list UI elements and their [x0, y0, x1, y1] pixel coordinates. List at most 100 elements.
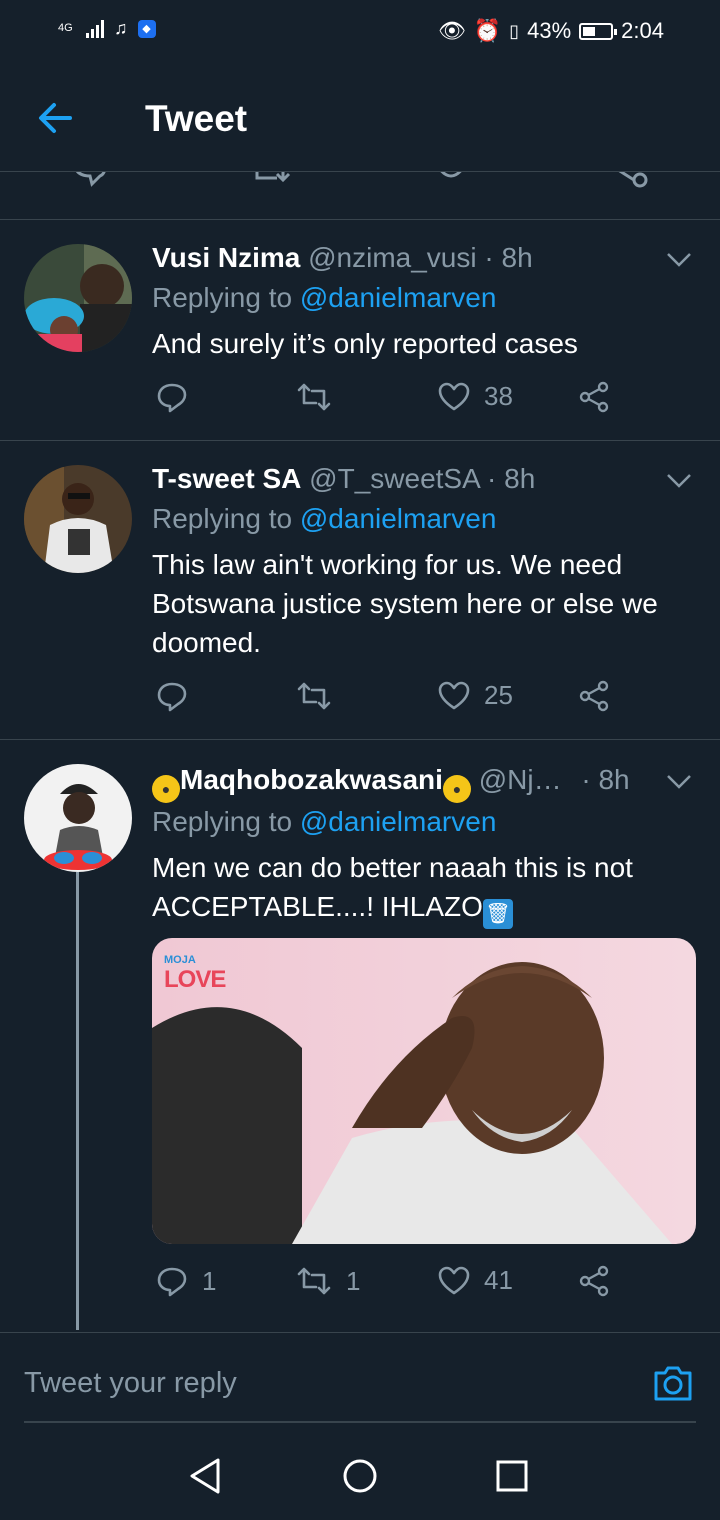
user-handle[interactable]: @T_sweetSA [309, 463, 479, 494]
retweet-button[interactable] [296, 680, 346, 712]
mention-link[interactable]: @danielmarven [300, 282, 497, 313]
display-name[interactable]: T-sweet SA [152, 463, 301, 494]
reply-button[interactable] [156, 680, 202, 712]
like-button[interactable]: 38 [438, 381, 513, 412]
heart-icon [438, 382, 470, 410]
user-handle[interactable]: @Nj… [479, 764, 562, 795]
separator-dot: · [581, 764, 591, 795]
tweet[interactable]: Vusi Nzima @nzima_vusi · 8h Replying to … [0, 220, 720, 441]
back-arrow-icon[interactable] [34, 96, 78, 140]
tweet[interactable]: ● Maqhobozakwasani ● @Nj… · 8h Replying to… [0, 740, 720, 1332]
replying-to: Replying to @danielmarven [152, 282, 496, 314]
separator-dot: · [487, 463, 497, 494]
emoji-icon: ● [442, 775, 471, 803]
replying-to: Replying to @danielmarven [152, 503, 496, 535]
signal-icon [86, 19, 104, 38]
heart-icon [438, 1266, 470, 1294]
nav-home-icon[interactable] [341, 1456, 379, 1496]
system-nav-bar [0, 1432, 720, 1520]
display-name[interactable]: Maqhobozakwasani [180, 764, 443, 795]
replying-prefix: Replying to [152, 503, 293, 534]
display-name[interactable]: Vusi Nzima [152, 242, 300, 273]
tweet-text: And surely it’s only reported cases [152, 328, 578, 359]
share-icon [579, 1265, 609, 1297]
reply-icon[interactable] [70, 172, 110, 188]
network-type: 4G [58, 22, 73, 34]
app-bar: Tweet [0, 62, 720, 172]
replying-prefix: Replying to [152, 806, 293, 837]
share-icon [579, 381, 609, 413]
retweet-button[interactable] [296, 381, 346, 413]
avatar[interactable] [24, 244, 132, 352]
avatar[interactable] [24, 764, 132, 872]
tweet-text: Men we can do better naaah this is not A… [152, 848, 700, 929]
tweet-time: 8h [598, 764, 630, 795]
tweet-image[interactable]: MOJA LOVE [152, 938, 696, 1244]
retweet-icon [297, 383, 331, 411]
share-button[interactable] [578, 1265, 610, 1297]
retweet-icon [297, 1267, 331, 1295]
share-icon [579, 680, 609, 712]
share-button[interactable] [578, 680, 610, 712]
eye-icon: 👁 [437, 18, 466, 43]
reply-button[interactable]: 1 [156, 1265, 216, 1297]
share-icon[interactable] [608, 172, 650, 190]
reply-input-underline [24, 1421, 696, 1423]
tweet-header: T-sweet SA @T_sweetSA · 8h [152, 463, 700, 495]
nav-back-icon[interactable] [188, 1456, 224, 1496]
chevron-down-icon[interactable] [666, 471, 692, 491]
chevron-down-icon[interactable] [666, 250, 692, 270]
tweet-time: 8h [504, 463, 536, 494]
like-count: 25 [484, 680, 513, 710]
mention-link[interactable]: @danielmarven [300, 806, 497, 837]
retweet-icon [297, 682, 331, 710]
tweet-time: 8h [501, 242, 533, 273]
reply-composer: Tweet your reply [0, 1332, 720, 1432]
like-button[interactable]: 41 [438, 1265, 513, 1296]
separator-dot: · [484, 242, 494, 273]
reply-icon [157, 1267, 187, 1297]
clock: 2:04 [621, 18, 664, 43]
emoji-icon: ● [152, 775, 180, 803]
retweet-count: 1 [346, 1265, 361, 1296]
status-bar: 4G ♫ ◆ 👁 ⏰ ▯ 43% 2:04 [0, 0, 720, 62]
nav-recents-icon[interactable] [495, 1456, 529, 1496]
reply-icon [157, 682, 187, 712]
tweet[interactable]: T-sweet SA @T_sweetSA · 8h Replying to @… [0, 441, 720, 740]
battery-percent: 43% [527, 18, 572, 43]
like-button[interactable]: 25 [438, 680, 513, 711]
page-title: Tweet [145, 98, 248, 139]
tweet-text-content: Men we can do better naaah this is not A… [152, 852, 633, 922]
camera-icon[interactable] [652, 1363, 694, 1403]
tweet-header: Vusi Nzima @nzima_vusi · 8h [152, 242, 700, 274]
tweet-header: ● Maqhobozakwasani ● @Nj… · 8h [152, 764, 700, 803]
tweet-actions: 1 1 41 [152, 1265, 720, 1305]
heart-icon [438, 681, 470, 709]
retweet-button[interactable]: 1 [296, 1265, 360, 1297]
reply-icon [157, 383, 187, 413]
parent-tweet-actions [0, 172, 720, 220]
avatar[interactable] [24, 465, 132, 573]
reply-input[interactable]: Tweet your reply [24, 1367, 237, 1400]
share-button[interactable] [578, 381, 610, 413]
retweet-icon[interactable] [253, 172, 297, 188]
shield-icon: ◆ [137, 19, 156, 38]
alarm-icon: ⏰ [473, 18, 502, 43]
user-handle[interactable]: @nzima_vusi [308, 242, 476, 273]
vibrate-icon: ▯ [509, 20, 520, 41]
like-count: 41 [484, 1265, 513, 1295]
mention-link[interactable]: @danielmarven [300, 503, 497, 534]
tweet-actions: 38 [152, 381, 720, 421]
reply-count: 1 [202, 1265, 217, 1296]
like-icon[interactable] [431, 172, 471, 188]
watermark-logo: LOVE [164, 966, 226, 993]
chevron-down-icon[interactable] [666, 772, 692, 792]
music-icon: ♫ [114, 18, 128, 38]
battery-icon [579, 22, 618, 40]
replying-prefix: Replying to [152, 282, 293, 313]
like-count: 38 [484, 381, 513, 411]
replying-to: Replying to @danielmarven [152, 806, 496, 838]
tweet-text: This law ain't working for us. We need B… [152, 549, 658, 658]
reply-button[interactable] [156, 381, 202, 413]
tweet-actions: 25 [152, 680, 720, 720]
